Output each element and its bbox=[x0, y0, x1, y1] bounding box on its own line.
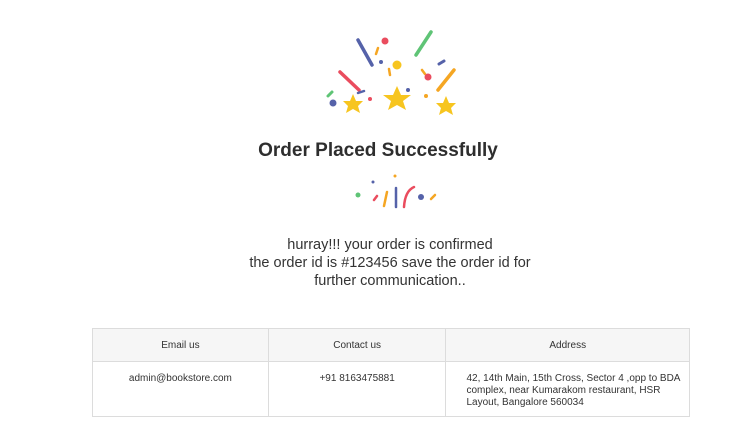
email-value[interactable]: admin@bookstore.com bbox=[92, 361, 269, 417]
message-line: hurray!!! your order is confirmed bbox=[287, 237, 493, 253]
address-value: 42, 14th Main, 15th Cross, Sector 4 ,opp… bbox=[445, 361, 690, 417]
confetti-burst-icon bbox=[355, 174, 437, 209]
header-contact: Contact us bbox=[267, 328, 447, 362]
message-line: further communication.. bbox=[314, 273, 466, 289]
celebration-confetti-icon bbox=[326, 30, 456, 115]
confirmation-message: hurray!!! your order is confirmed the or… bbox=[0, 236, 756, 290]
header-address: Address bbox=[445, 328, 690, 362]
phone-value[interactable]: +91 8163475881 bbox=[267, 361, 447, 417]
message-line: the order id is #123456 save the order i… bbox=[249, 255, 531, 271]
header-email: Email us bbox=[92, 328, 269, 362]
table-header-row: Email us Contact us Address bbox=[92, 328, 690, 362]
page-title: Order Placed Successfully bbox=[258, 140, 498, 161]
table-row: admin@bookstore.com +91 8163475881 42, 1… bbox=[92, 361, 690, 417]
contact-table: Email us Contact us Address admin@bookst… bbox=[92, 328, 690, 417]
